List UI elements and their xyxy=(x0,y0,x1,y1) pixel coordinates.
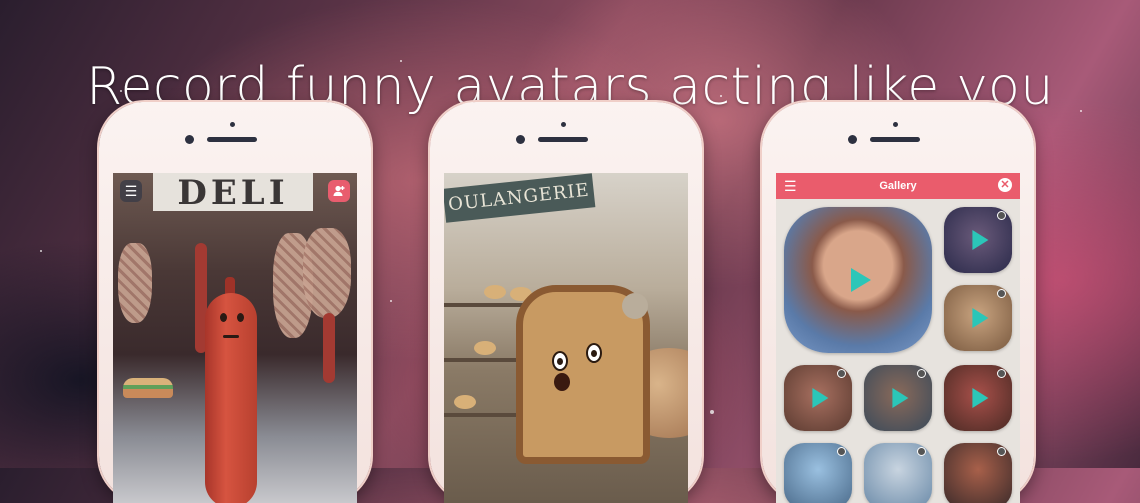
phone-earpiece xyxy=(870,137,920,142)
menu-button[interactable]: ☰ xyxy=(120,180,142,202)
video-thumbnail[interactable] xyxy=(944,365,1012,431)
phone-camera xyxy=(848,135,857,144)
toast-bite xyxy=(622,293,648,319)
phone-sensor xyxy=(893,122,898,127)
play-icon xyxy=(972,308,989,328)
avatar-eye xyxy=(220,313,227,322)
bread-roll xyxy=(454,395,476,409)
video-thumbnail[interactable] xyxy=(864,365,932,431)
play-icon xyxy=(812,388,829,408)
video-thumbnail[interactable] xyxy=(784,443,852,503)
hanging-ham xyxy=(303,228,351,318)
video-thumbnail[interactable] xyxy=(944,285,1012,351)
status-dot xyxy=(917,447,926,456)
sausage-avatar xyxy=(205,293,257,503)
avatar-mouth xyxy=(554,373,570,391)
status-dot xyxy=(917,211,926,220)
boulangerie-sign: OULANGERIE xyxy=(444,173,596,223)
phone-camera xyxy=(516,135,525,144)
phone-earpiece xyxy=(207,137,257,142)
deli-screen: DELI ☰ xyxy=(113,173,357,503)
phone-earpiece xyxy=(538,137,588,142)
hanging-sausage xyxy=(323,313,335,383)
avatar-eye xyxy=(552,351,568,371)
video-thumbnail[interactable] xyxy=(864,443,932,503)
status-dot xyxy=(997,211,1006,220)
video-thumbnail[interactable] xyxy=(944,443,1012,503)
deli-sign: DELI xyxy=(153,173,313,213)
contact-add-button[interactable] xyxy=(328,180,350,202)
close-icon[interactable]: ✕ xyxy=(998,178,1012,192)
boulangerie-screen: OULANGERIE xyxy=(444,173,688,503)
avatar-eye xyxy=(586,343,602,363)
menu-icon: ☰ xyxy=(124,182,138,199)
phone-sensor xyxy=(230,122,235,127)
video-thumbnail[interactable] xyxy=(784,207,932,353)
gallery-title: Gallery xyxy=(879,180,917,192)
play-icon xyxy=(851,268,871,292)
phone-gallery: Gallery ☰ ✕ xyxy=(762,102,1034,503)
status-dot xyxy=(997,289,1006,298)
phone-boulangerie: OULANGERIE xyxy=(430,102,702,503)
avatar-mouth xyxy=(223,335,239,338)
phone-deli: DELI ☰ xyxy=(99,102,371,503)
hanging-ham xyxy=(118,243,152,323)
status-dot xyxy=(917,369,926,378)
video-thumbnail[interactable] xyxy=(944,207,1012,273)
status-dot xyxy=(997,369,1006,378)
gallery-header: Gallery ☰ ✕ xyxy=(776,173,1020,199)
bread-roll xyxy=(484,285,506,299)
play-icon xyxy=(892,388,909,408)
status-dot xyxy=(837,369,846,378)
video-thumbnail[interactable] xyxy=(784,365,852,431)
status-dot xyxy=(837,447,846,456)
avatar-eye xyxy=(237,313,244,322)
status-dot xyxy=(997,447,1006,456)
phone-sensor xyxy=(561,122,566,127)
phone-camera xyxy=(185,135,194,144)
hamburger-icon[interactable]: ☰ xyxy=(784,179,798,193)
play-icon xyxy=(972,230,989,250)
contact-add-icon xyxy=(333,185,345,196)
play-icon xyxy=(972,388,989,408)
gallery-screen: Gallery ☰ ✕ xyxy=(776,173,1020,503)
sandwich xyxy=(123,378,173,398)
bread-roll xyxy=(474,341,496,355)
